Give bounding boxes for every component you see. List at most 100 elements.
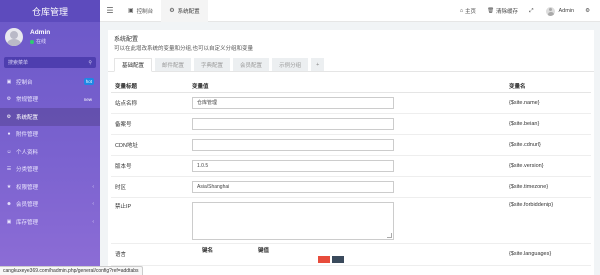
user-menu[interactable]: Admin (546, 6, 574, 16)
user-status: 在线 (30, 38, 50, 45)
home-icon: ⌂ (459, 8, 464, 14)
row-title: 语言 (111, 243, 188, 266)
cogs-icon: ⚙ (6, 96, 12, 103)
beian-field[interactable] (192, 117, 394, 130)
tab-dashboard[interactable]: ▣ 控制台 (120, 0, 161, 22)
box-icon: ▣ (6, 218, 12, 225)
version-field[interactable]: 1.0.5 (192, 159, 394, 172)
sidebar-item-profile[interactable]: ☺ 个人资料 (0, 143, 100, 161)
avatar (5, 28, 23, 46)
table-row: 语言 键名 键值 {$site.languages} (111, 243, 591, 266)
key-header: 键名 (202, 247, 214, 254)
sidebar-item-label: 常规管理 (16, 97, 39, 104)
sidebar-item-member[interactable]: ☻ 会员管理 ‹ (0, 196, 100, 214)
fullscreen-button[interactable]: ⤢ (529, 8, 535, 15)
sidebar-item-label: 系统配置 (16, 114, 39, 121)
row-var: {$site.timezone} (505, 176, 591, 198)
user-status-label: 在线 (36, 39, 47, 45)
tab-dictionary[interactable]: 字典配置 (194, 58, 231, 71)
add-tab-button[interactable]: + (311, 58, 325, 71)
sidebar-item-general[interactable]: ⚙ 常规管理 new (0, 91, 100, 109)
user-name: Admin (30, 29, 51, 36)
expand-icon: ⤢ (529, 7, 534, 14)
chevron-left-icon: ‹ (92, 201, 94, 208)
row-var: {$site.forbiddenip} (505, 197, 591, 244)
table-row: 禁止IP {$site.forbiddenip} (111, 197, 591, 244)
page-title: 系统配置 (114, 37, 139, 43)
search-icon[interactable]: ⚲ (88, 60, 92, 66)
tab-example[interactable]: 示例分组 (272, 58, 309, 71)
settings-button[interactable]: ⚙ (585, 8, 592, 14)
forbiddenip-textarea[interactable] (192, 201, 394, 240)
table-row: 站点名称 仓库管理 {$site.name} (111, 92, 591, 114)
column-header-title: 变量标题 (111, 80, 188, 93)
row-title: CDN地址 (111, 134, 188, 156)
menu-toggle-icon[interactable]: ☰ (100, 6, 120, 15)
row-var: {$site.name} (505, 92, 591, 114)
menu-search-input[interactable]: 搜索菜单 ⚲ (4, 57, 96, 68)
timezone-field[interactable]: Asia/Shanghai (192, 180, 394, 193)
chevron-left-icon: ‹ (92, 183, 94, 190)
trash-icon: 🗑 (487, 8, 495, 14)
gear-icon: ⚙ (6, 113, 12, 120)
users-icon: ☻ (6, 201, 12, 208)
chevron-left-icon: ‹ (92, 218, 94, 225)
table-row: 版本号 1.0.5 {$site.version} (111, 155, 591, 177)
sidebar-item-config[interactable]: ⚙ 系统配置 (0, 108, 100, 126)
paperclip-icon: ● (7, 131, 11, 138)
status-bar-url: cangkuxeye369.com/hadmin.php/general/con… (0, 266, 143, 275)
row-title: 站点名称 (111, 92, 188, 114)
row-title: 版本号 (111, 155, 188, 177)
sidebar-item-label: 库存管理 (16, 219, 39, 226)
tab-member[interactable]: 会员配置 (233, 58, 270, 71)
group-icon: ★ (6, 183, 12, 190)
sidebar-item-label: 控制台 (16, 79, 33, 86)
remove-button[interactable] (318, 255, 330, 263)
table-row: CDN地址 {$site.cdnurl} (111, 134, 591, 156)
languages-subheader: 键名 键值 (192, 246, 505, 254)
site-name-field[interactable]: 仓库管理 (192, 96, 394, 109)
user-icon: ☺ (6, 148, 12, 155)
sidebar-menu: ▣ 控制台 hot ⚙ 常规管理 new ⚙ 系统配置 ● 附件管理 ☺ 个人资… (0, 73, 100, 231)
tab-label: 控制台 (136, 8, 154, 15)
dashboard-icon: ▣ (128, 8, 134, 14)
online-dot-icon (30, 39, 34, 44)
list-icon: ☰ (6, 166, 12, 173)
tab-email[interactable]: 邮件配置 (155, 58, 192, 71)
sidebar-item-label: 权限管理 (16, 184, 39, 191)
clear-cache-button[interactable]: 🗑 清除缓存 (487, 7, 518, 15)
tab-config[interactable]: ⚙ 系统配置 (161, 0, 208, 22)
app-logo[interactable]: 仓库管理 (0, 0, 100, 22)
sidebar-item-dashboard[interactable]: ▣ 控制台 hot (0, 73, 100, 91)
row-var: {$site.languages} (505, 243, 591, 266)
sidebar-item-auth[interactable]: ★ 权限管理 ‹ (0, 178, 100, 196)
clear-cache-label: 清除缓存 (496, 9, 519, 15)
sidebar: 仓库管理 Admin 在线 搜索菜单 ⚲ ▣ 控制台 hot ⚙ 常规管理 ne… (0, 0, 100, 275)
sidebar-item-label: 会员管理 (16, 202, 39, 209)
table-row: 备案号 {$site.beian} (111, 113, 591, 135)
config-tabs: 基础配置 邮件配置 字典配置 会员配置 示例分组 + (108, 58, 594, 72)
home-label: 主页 (465, 9, 477, 15)
hot-badge: hot (83, 78, 94, 86)
row-title: 禁止IP (111, 197, 188, 244)
sidebar-item-attachment[interactable]: ● 附件管理 (0, 126, 100, 144)
row-var: {$site.beian} (505, 113, 591, 135)
page-description: 可以在此增改系统的变量和分组,也可以自定义分组和变量 (114, 46, 254, 52)
cdnurl-field[interactable] (192, 138, 394, 151)
row-var: {$site.cdnurl} (505, 134, 591, 156)
search-placeholder: 搜索菜单 (8, 60, 29, 66)
config-table: 变量标题 变量值 变量名 站点名称 仓库管理 {$site.name} 备案号 … (111, 80, 591, 266)
config-panel: 系统配置 可以在此增改系统的变量和分组,也可以自定义分组和变量 基础配置 邮件配… (108, 30, 594, 275)
sidebar-item-category[interactable]: ☰ 分类管理 (0, 161, 100, 179)
tab-basic[interactable]: 基础配置 (114, 58, 153, 72)
sidebar-item-stock[interactable]: ▣ 库存管理 ‹ (0, 213, 100, 231)
row-title: 备案号 (111, 113, 188, 135)
drag-button[interactable] (332, 255, 344, 263)
tab-label: 系统配置 (177, 8, 200, 15)
value-header: 键值 (258, 247, 270, 254)
gear-icon: ⚙ (169, 8, 175, 14)
home-link[interactable]: ⌂ 主页 (460, 7, 476, 15)
row-title: 时区 (111, 176, 188, 198)
new-badge: new (83, 96, 92, 102)
user-panel: Admin 在线 (0, 22, 100, 52)
